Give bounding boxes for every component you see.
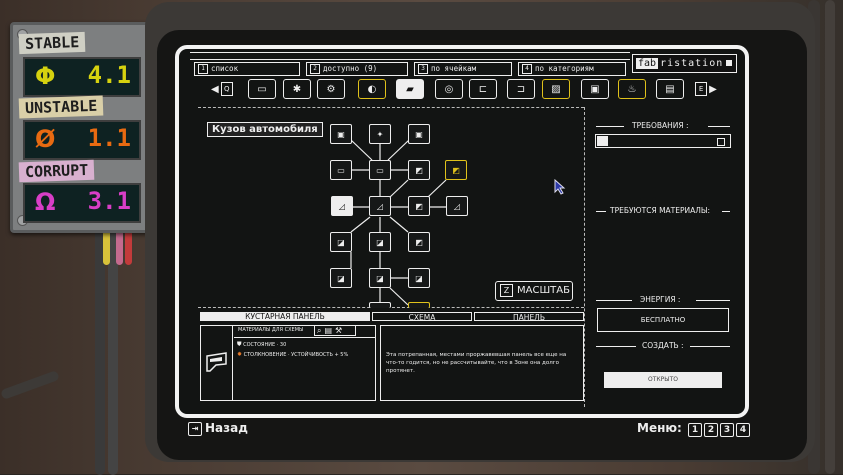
requirements-row: ТРЕБОВАНИЯ : [596, 121, 730, 131]
trash-icon[interactable]: ▤ [324, 326, 335, 335]
menu-bar: Меню: 1234 [637, 421, 751, 437]
menu-key-3[interactable]: 3 [720, 423, 735, 437]
energy-value: БЕСПЛАТНО [597, 308, 729, 332]
zoom-button[interactable]: Z МАСШТАБ [495, 281, 573, 301]
rule [722, 211, 730, 212]
tree-node[interactable]: ◿ [369, 196, 391, 216]
item-image-frame [201, 326, 233, 400]
rule [596, 126, 624, 127]
tree-node[interactable]: ◪ [408, 268, 430, 288]
tree-node[interactable]: ◩ [408, 196, 430, 216]
back-key-icon: ⇥ [188, 421, 202, 436]
requirement-indicator [717, 138, 725, 146]
tree-node[interactable]: ◿ [446, 196, 468, 216]
requirements-label: ТРЕБОВАНИЯ : [632, 121, 689, 130]
rule [596, 346, 636, 347]
menu-key-4[interactable]: 4 [736, 423, 751, 437]
tree-node-selected[interactable]: ◿ [331, 196, 353, 216]
tree-node-locked[interactable]: ◩ [445, 160, 467, 180]
hammer-icon[interactable]: ⚒ [335, 326, 345, 335]
back-label: Назад [205, 421, 248, 435]
rule [708, 126, 730, 127]
materials-row: ТРЕБУЮТСЯ МАТЕРИАЛЫ: [596, 206, 730, 216]
materials-divider [234, 337, 376, 338]
stat-condition: ⛊ СОСТОЯНИЕ · 30 [237, 341, 286, 349]
stat-condition-text: СОСТОЯНИЕ · 30 [243, 342, 287, 348]
materials-tools: ⌕▤⚒ [314, 325, 356, 336]
materials-needed-label: ТРЕБУЮТСЯ МАТЕРИАЛЫ: [610, 206, 711, 215]
rule [690, 346, 730, 347]
tree-node[interactable]: ◪ [369, 268, 391, 288]
tree-node[interactable]: ◩ [408, 232, 430, 252]
tree-node[interactable] [369, 302, 391, 308]
tree-node[interactable]: ◩ [408, 160, 430, 180]
menu-label: Меню: [637, 421, 682, 435]
energy-label: ЭНЕРГИЯ : [640, 295, 681, 304]
zoom-label: МАСШТАБ [517, 285, 570, 296]
menu-key-2[interactable]: 2 [704, 423, 719, 437]
key-z: Z [500, 283, 513, 297]
stat-impact-text: СТОЛКНОВЕНИЕ · УСТОЙЧИВОСТЬ + 5% [243, 352, 349, 358]
tree-node[interactable]: ◪ [369, 232, 391, 252]
rule [696, 300, 730, 301]
tree-node[interactable]: ▭ [369, 160, 391, 180]
back-button[interactable]: ⇥ Назад [188, 421, 248, 436]
tree-node[interactable]: ▣ [330, 124, 352, 144]
tree-node[interactable]: ◪ [330, 232, 352, 252]
tree-node[interactable]: ✦ [369, 124, 391, 144]
info-tabs: КУСТАРНАЯ ПАНЕЛЬ СХЕМА ПАНЕЛЬ [200, 312, 584, 322]
tree-node[interactable]: ◪ [330, 268, 352, 288]
requirements-slot [595, 134, 731, 148]
tree-node[interactable]: ▣ [408, 124, 430, 144]
cursor-icon [554, 179, 566, 195]
menu-key-1[interactable]: 1 [688, 423, 703, 437]
impact-icon: ✸ [237, 351, 243, 358]
stat-impact: ✸ СТОЛКНОВЕНИЕ · УСТОЙЧИВОСТЬ + 5% [237, 351, 348, 358]
create-label: СОЗДАТЬ : [642, 341, 684, 350]
open-button[interactable]: ОТКРЫТО [604, 372, 722, 388]
car-panel-icon [206, 352, 227, 372]
rule [596, 300, 632, 301]
tab-item-name[interactable]: КУСТАРНАЯ ПАНЕЛЬ [200, 312, 370, 321]
shield-icon: ⛊ [237, 341, 242, 348]
tab-panel[interactable]: ПАНЕЛЬ [474, 312, 584, 322]
create-row: СОЗДАТЬ : [596, 341, 730, 351]
tree-node-locked[interactable] [408, 302, 430, 308]
materials-header: МАТЕРИАЛЫ ДЛЯ СХЕМЫ [238, 327, 304, 333]
item-description: Эта потрепанная, местами проржавевшая па… [386, 352, 567, 374]
energy-row: ЭНЕРГИЯ : [596, 295, 730, 305]
requirement-checkbox [597, 136, 608, 146]
tab-schema[interactable]: СХЕМА [372, 312, 472, 322]
rule [596, 211, 606, 212]
tree-node[interactable]: ▭ [330, 160, 352, 180]
